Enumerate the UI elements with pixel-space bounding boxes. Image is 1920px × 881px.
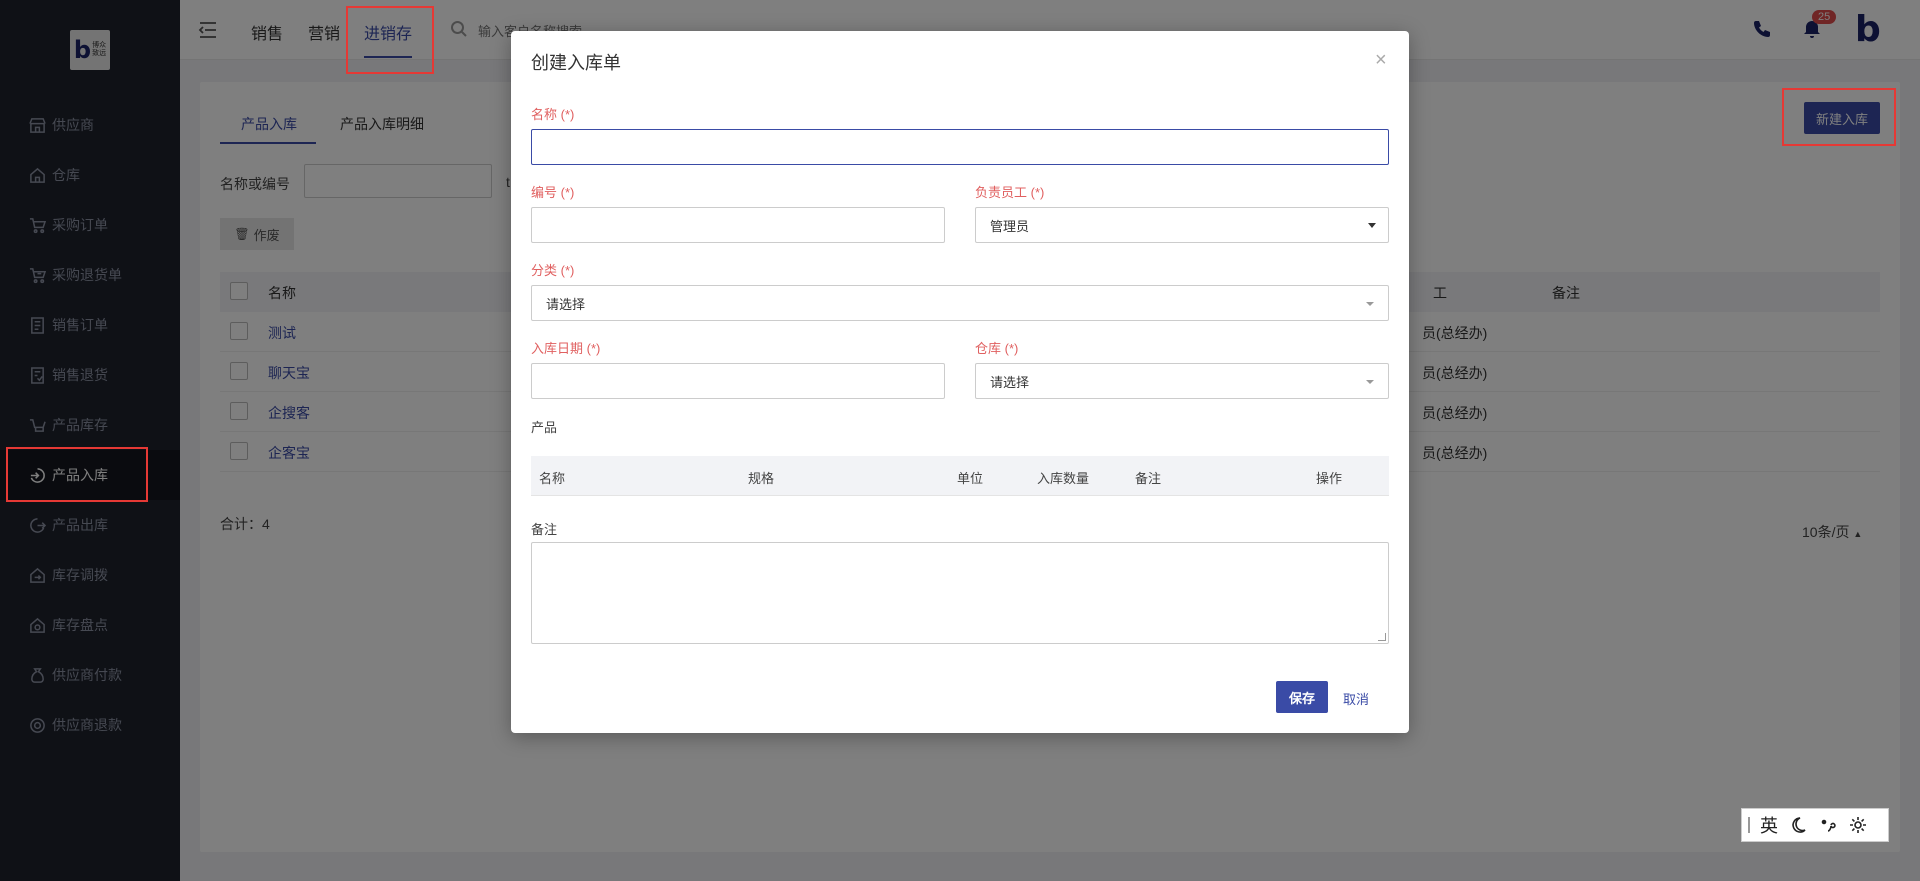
drag-handle-icon[interactable]	[1748, 817, 1750, 833]
code-field-label: 编号 (*)	[531, 185, 575, 200]
highlight-box-inventory-tab	[346, 6, 434, 74]
product-col-spec: 规格	[748, 471, 775, 486]
moon-icon[interactable]	[1788, 815, 1808, 835]
category-select[interactable]: 请选择	[531, 285, 1389, 321]
code-field[interactable]	[531, 207, 945, 243]
remark-label: 备注	[531, 522, 558, 537]
warehouse-select-value: 请选择	[990, 374, 1030, 390]
staff-select[interactable]: 管理员	[975, 207, 1389, 243]
product-table-header: 名称 规格 单位 入库数量 备注 操作	[531, 456, 1389, 496]
product-col-quantity: 入库数量	[1037, 471, 1090, 486]
category-select-value: 请选择	[546, 296, 586, 312]
chevron-down-icon	[1366, 302, 1374, 306]
punctuation-icon[interactable]	[1818, 815, 1838, 835]
cancel-button[interactable]: 取消	[1343, 689, 1369, 708]
save-button[interactable]: 保存	[1276, 681, 1328, 713]
category-field-label: 分类 (*)	[531, 263, 575, 278]
staff-field-label: 负责员工 (*)	[975, 185, 1045, 200]
close-icon[interactable]: ×	[1375, 49, 1387, 72]
chevron-down-icon	[1366, 380, 1374, 384]
remark-textarea[interactable]	[531, 542, 1389, 644]
highlight-box-new-button	[1782, 88, 1896, 146]
modal-title: 创建入库单	[531, 53, 621, 73]
warehouse-select[interactable]: 请选择	[975, 363, 1389, 399]
resize-handle-icon[interactable]	[1378, 633, 1386, 641]
date-field-label: 入库日期 (*)	[531, 341, 601, 356]
gear-icon[interactable]	[1848, 815, 1868, 835]
name-field[interactable]	[531, 129, 1389, 165]
product-col-remark: 备注	[1135, 471, 1162, 486]
ime-language-toggle[interactable]: 英	[1760, 812, 1778, 838]
name-field-label: 名称 (*)	[531, 107, 575, 122]
ime-toolbar: 英	[1741, 808, 1889, 842]
create-stock-in-modal: 创建入库单 × 名称 (*) 编号 (*) 负责员工 (*) 管理员 分类 (*…	[511, 31, 1409, 733]
highlight-box-stock-in	[6, 447, 148, 502]
product-col-unit: 单位	[957, 471, 984, 486]
product-col-name: 名称	[539, 471, 566, 486]
product-col-actions: 操作	[1316, 471, 1343, 486]
date-field[interactable]	[531, 363, 945, 399]
warehouse-field-label: 仓库 (*)	[975, 341, 1019, 356]
products-label: 产品	[531, 420, 558, 435]
staff-select-value: 管理员	[990, 218, 1030, 234]
caret-down-icon	[1368, 223, 1376, 228]
